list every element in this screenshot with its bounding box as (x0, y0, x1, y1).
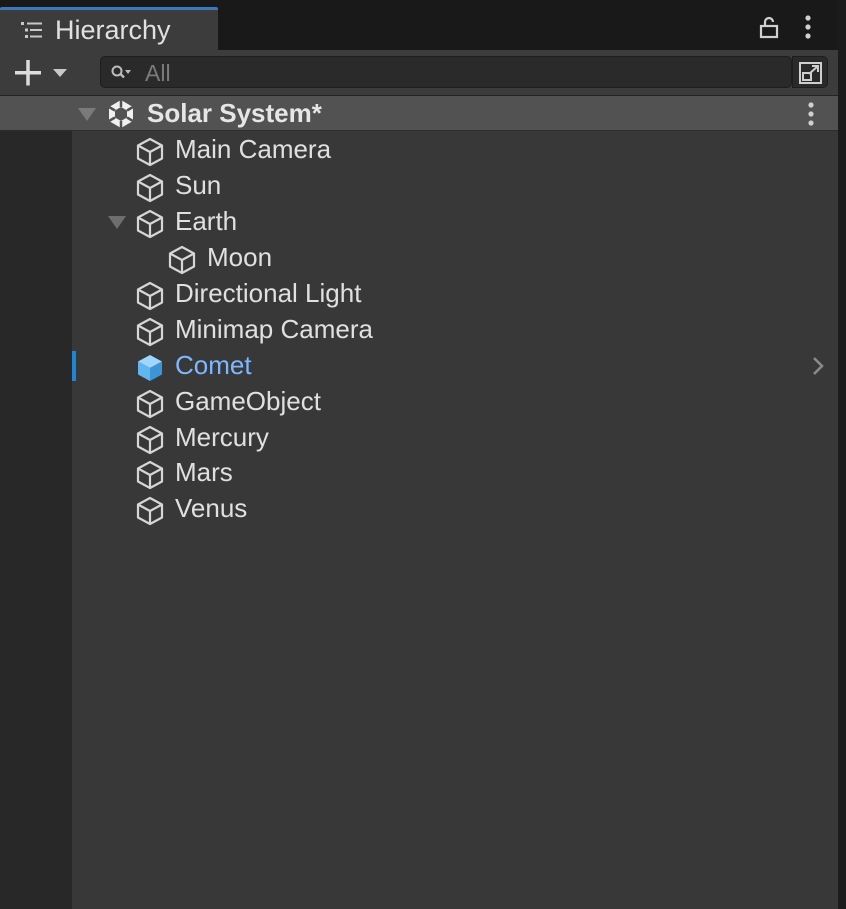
search-icon (110, 63, 134, 88)
chevron-right-icon[interactable] (810, 355, 826, 382)
popout-button[interactable] (792, 56, 828, 88)
left-gutter (0, 96, 72, 909)
tree-item-label: Mercury (175, 422, 269, 452)
list-icon (20, 20, 44, 45)
tree-item-label: Comet (175, 350, 252, 380)
tree-item-gameobject[interactable]: GameObject (72, 385, 838, 421)
tree-item-moon[interactable]: Moon (72, 241, 838, 277)
tree-item-main-camera[interactable]: Main Camera (72, 133, 838, 169)
search-field[interactable] (100, 56, 792, 89)
fold-arrow-icon[interactable] (78, 108, 96, 127)
vertical-ellipsis-icon[interactable] (801, 101, 821, 127)
tree-item-label: Venus (175, 493, 248, 523)
tree-item-label: Main Camera (175, 134, 332, 164)
tree-item-label: Sun (175, 170, 222, 200)
tree-item-label: GameObject (175, 386, 321, 416)
tab-title: Hierarchy (55, 15, 171, 45)
cube-icon (134, 208, 166, 245)
cube-icon (166, 244, 198, 281)
tree-item-mercury[interactable]: Mercury (72, 421, 838, 457)
vertical-ellipsis-icon[interactable] (798, 14, 818, 40)
tree-item-sun[interactable]: Sun (72, 169, 838, 205)
scene-name: Solar System* (147, 98, 322, 128)
tab-bar: Hierarchy (0, 0, 846, 50)
cube-icon (134, 280, 166, 317)
fold-arrow-icon[interactable] (108, 216, 126, 235)
popout-icon (799, 62, 822, 84)
cube-icon (134, 136, 166, 173)
search-input[interactable] (143, 57, 747, 89)
cube-icon (134, 172, 166, 209)
tree-item-earth[interactable]: Earth (72, 205, 838, 241)
tree-item-label: Moon (207, 242, 273, 272)
tree-item-venus[interactable]: Venus (72, 492, 838, 528)
scene-header[interactable]: Solar System* (0, 96, 838, 131)
tab-hierarchy[interactable]: Hierarchy (0, 7, 218, 50)
tree-item-label: Mars (175, 457, 233, 487)
create-dropdown-button[interactable] (10, 58, 72, 88)
cube-icon (134, 352, 166, 389)
cube-icon (134, 388, 166, 425)
unity-scene-icon (105, 98, 137, 135)
lock-icon[interactable] (756, 14, 782, 40)
tree-item-mars[interactable]: Mars (72, 456, 838, 492)
cube-icon (134, 495, 166, 532)
tree-item-label: Earth (175, 206, 238, 236)
tree-item-label: Minimap Camera (175, 314, 373, 344)
selection-indicator (72, 351, 76, 381)
cube-icon (134, 459, 166, 496)
cube-icon (134, 316, 166, 353)
tree-item-directional-light[interactable]: Directional Light (72, 277, 838, 313)
tree-item-minimap-camera[interactable]: Minimap Camera (72, 313, 838, 349)
tree-item-comet[interactable]: Comet (72, 349, 838, 385)
tree-item-label: Directional Light (175, 278, 362, 308)
window-edge (838, 0, 846, 909)
hierarchy-toolbar (0, 50, 838, 96)
